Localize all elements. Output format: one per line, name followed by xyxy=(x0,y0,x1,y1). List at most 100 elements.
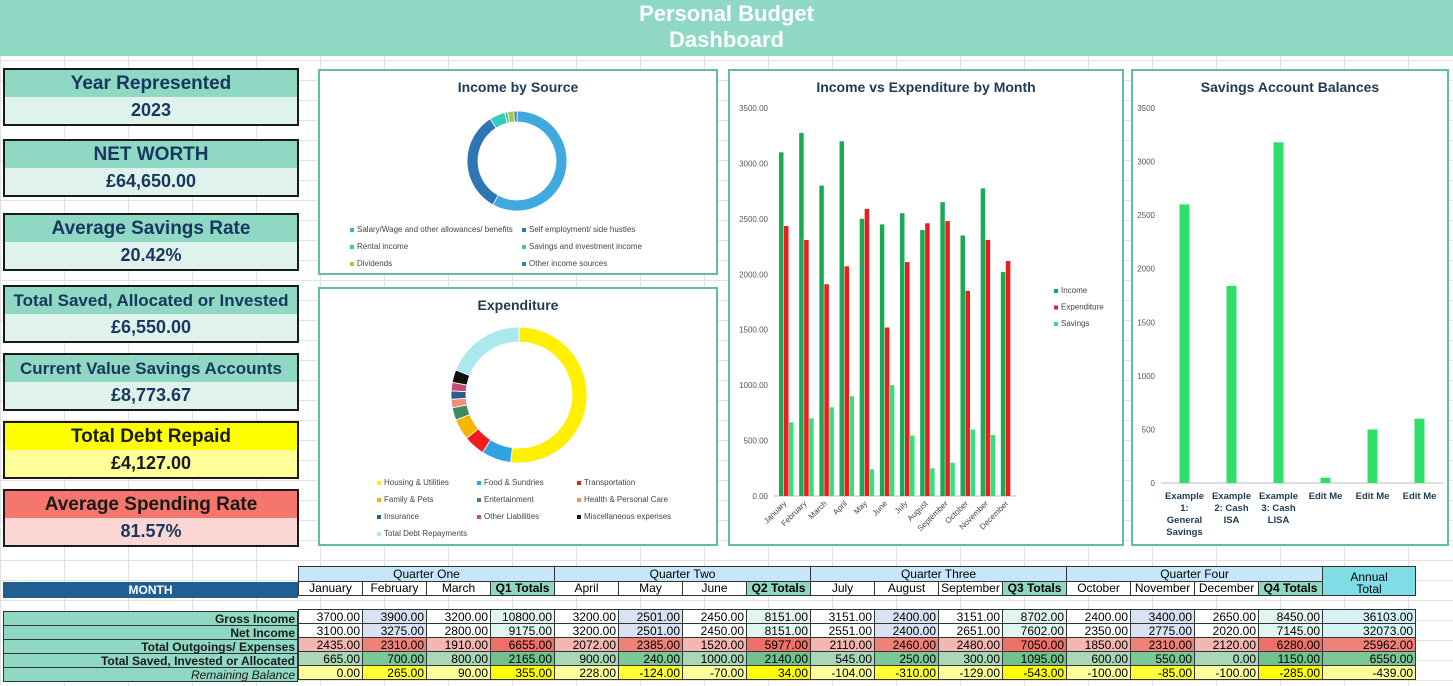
bar-expenditure-april[interactable] xyxy=(844,266,850,496)
table-cell[interactable]: 2435.00 xyxy=(298,637,363,652)
table-cell[interactable]: 8702.00 xyxy=(1002,609,1068,624)
bar-example-2-cash-isa[interactable] xyxy=(1226,285,1237,483)
slice-housing-utilities[interactable] xyxy=(510,326,588,464)
table-cell[interactable]: 2501.00 xyxy=(618,609,684,624)
income-vs-expenditure-chart[interactable]: Income vs Expenditure by Month 0.00 500.0… xyxy=(728,69,1124,546)
bar-edit-me[interactable] xyxy=(1320,477,1331,483)
table-cell[interactable]: 2120.00 xyxy=(1194,637,1260,652)
bar-savings-september[interactable] xyxy=(950,462,955,496)
table-cell[interactable]: 2650.00 xyxy=(1194,609,1260,624)
table-cell[interactable]: 2310.00 xyxy=(362,637,427,652)
table-cell[interactable]: 2551.00 xyxy=(810,623,876,638)
table-cell[interactable]: 8151.00 xyxy=(746,623,812,638)
table-cell[interactable]: 2501.00 xyxy=(618,623,684,638)
table-cell[interactable]: 700.00 xyxy=(362,651,427,666)
bar-expenditure-june[interactable] xyxy=(884,327,890,496)
table-cell[interactable]: 1000.00 xyxy=(682,651,748,666)
table-cell[interactable]: -439.00 xyxy=(1322,665,1417,680)
bar-savings-may[interactable] xyxy=(869,469,875,496)
table-cell[interactable]: 0.00 xyxy=(1194,651,1260,666)
table-cell[interactable]: 2775.00 xyxy=(1130,623,1196,638)
expenditure-chart[interactable]: Expenditure Housing & Utilities Food & Su… xyxy=(318,287,718,546)
table-cell[interactable]: -100.00 xyxy=(1066,665,1132,680)
table-cell[interactable]: -310.00 xyxy=(874,665,940,680)
slice-salary-wage-and-other-allowances-benefits[interactable] xyxy=(492,110,568,212)
savings-account-balances-chart[interactable]: Savings Account Balances 0 500 1000 1500 200… xyxy=(1131,69,1449,546)
bar-income-october[interactable] xyxy=(960,235,966,496)
table-cell[interactable]: 600.00 xyxy=(1066,651,1132,666)
table-cell[interactable]: 2400.00 xyxy=(1066,609,1132,624)
table-cell[interactable]: 3900.00 xyxy=(362,609,427,624)
slice-self-employment-side-hustles[interactable] xyxy=(466,118,499,206)
table-cell[interactable]: -100.00 xyxy=(1194,665,1260,680)
bar-income-august[interactable] xyxy=(920,229,925,496)
table-cell[interactable]: 0.00 xyxy=(298,665,363,680)
table-cell[interactable]: 2460.00 xyxy=(874,637,940,652)
table-cell[interactable]: 1850.00 xyxy=(1066,637,1132,652)
table-cell[interactable]: 2350.00 xyxy=(1066,623,1132,638)
table-cell[interactable]: 3700.00 xyxy=(298,609,363,624)
table-cell[interactable]: 3200.00 xyxy=(426,609,491,624)
bar-savings-march[interactable] xyxy=(829,407,834,496)
bar-example-1-general-savings[interactable] xyxy=(1179,204,1190,483)
table-cell[interactable]: 6550.00 xyxy=(1322,651,1417,666)
table-cell[interactable]: 2310.00 xyxy=(1130,637,1196,652)
table-cell[interactable]: 265.00 xyxy=(362,665,427,680)
table-cell[interactable]: 2140.00 xyxy=(746,651,812,666)
bar-expenditure-september[interactable] xyxy=(945,221,950,496)
bar-example-3-cash-lisa[interactable] xyxy=(1273,142,1284,483)
table-cell[interactable]: 2020.00 xyxy=(1194,623,1260,638)
table-cell[interactable]: 90.00 xyxy=(426,665,491,680)
table-cell[interactable]: 3200.00 xyxy=(554,623,620,638)
table-cell[interactable]: 2651.00 xyxy=(938,623,1004,638)
table-cell[interactable]: -129.00 xyxy=(938,665,1004,680)
slice-other-income-sources[interactable] xyxy=(513,110,518,123)
bar-expenditure-december[interactable] xyxy=(1005,260,1011,496)
table-cell[interactable]: 6280.00 xyxy=(1258,637,1324,652)
table-cell[interactable]: 2450.00 xyxy=(682,623,748,638)
table-cell[interactable]: 355.00 xyxy=(489,665,556,680)
table-cell[interactable]: -543.00 xyxy=(1002,665,1068,680)
table-cell[interactable]: -124.00 xyxy=(618,665,684,680)
bar-income-september[interactable] xyxy=(940,202,945,496)
table-cell[interactable]: 550.00 xyxy=(1130,651,1196,666)
table-cell[interactable]: 3200.00 xyxy=(554,609,620,624)
table-cell[interactable]: 8450.00 xyxy=(1258,609,1324,624)
slice-insurance[interactable] xyxy=(450,390,467,400)
table-cell[interactable]: 9175.00 xyxy=(489,623,556,638)
bar-savings-october[interactable] xyxy=(970,429,976,496)
table-cell[interactable]: 36103.00 xyxy=(1322,609,1417,624)
table-cell[interactable]: 250.00 xyxy=(874,651,940,666)
table-cell[interactable]: 2110.00 xyxy=(810,637,876,652)
bar-savings-april[interactable] xyxy=(849,396,855,496)
table-cell[interactable]: 240.00 xyxy=(618,651,684,666)
table-cell[interactable]: 1910.00 xyxy=(426,637,491,652)
bar-income-january[interactable] xyxy=(779,152,784,496)
table-cell[interactable]: -285.00 xyxy=(1258,665,1324,680)
bar-expenditure-february[interactable] xyxy=(804,239,809,497)
bar-income-july[interactable] xyxy=(900,213,905,496)
bar-income-june[interactable] xyxy=(879,224,885,496)
table-cell[interactable]: 3151.00 xyxy=(810,609,876,624)
bar-savings-june[interactable] xyxy=(889,385,895,496)
table-cell[interactable]: 1150.00 xyxy=(1258,651,1324,666)
table-cell[interactable]: 8151.00 xyxy=(746,609,812,624)
table-cell[interactable]: 3100.00 xyxy=(298,623,363,638)
bar-income-april[interactable] xyxy=(839,141,845,496)
table-cell[interactable]: 900.00 xyxy=(554,651,620,666)
table-cell[interactable]: 2480.00 xyxy=(938,637,1004,652)
bar-savings-november[interactable] xyxy=(990,435,996,496)
bar-expenditure-july[interactable] xyxy=(905,262,910,496)
slice-total-debt-repayments[interactable] xyxy=(455,326,520,377)
bar-expenditure-august[interactable] xyxy=(925,223,930,496)
table-cell[interactable]: 2400.00 xyxy=(874,623,940,638)
table-cell[interactable]: 545.00 xyxy=(810,651,876,666)
table-cell[interactable]: 2165.00 xyxy=(489,651,556,666)
table-cell[interactable]: 2385.00 xyxy=(618,637,684,652)
table-cell[interactable]: 2072.00 xyxy=(554,637,620,652)
table-cell[interactable]: 10800.00 xyxy=(489,609,556,624)
bar-income-november[interactable] xyxy=(980,188,986,496)
table-cell[interactable]: 3275.00 xyxy=(362,623,427,638)
table-cell[interactable]: 6655.00 xyxy=(489,637,556,652)
table-cell[interactable]: 25962.00 xyxy=(1322,637,1417,652)
